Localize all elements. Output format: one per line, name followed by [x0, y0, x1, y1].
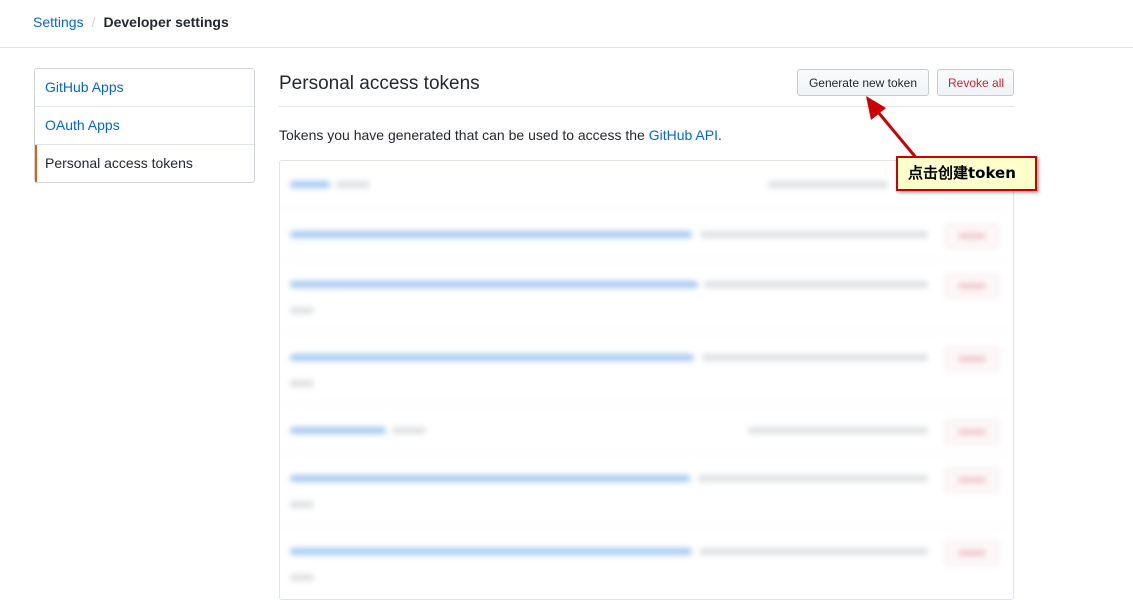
page-title: Personal access tokens — [279, 73, 480, 94]
description-period: . — [717, 127, 722, 143]
generate-new-token-button[interactable]: Generate new token — [797, 69, 929, 96]
sidebar-item-oauth-apps[interactable]: OAuth Apps — [35, 107, 254, 145]
title-divider — [279, 106, 1014, 107]
sidebar-item-github-apps[interactable]: GitHub Apps — [35, 69, 254, 107]
header-divider — [0, 47, 1133, 48]
breadcrumb: Settings / Developer settings — [33, 12, 229, 32]
revoke-all-button[interactable]: Revoke all — [937, 69, 1014, 96]
annotation-callout: 点击创建token — [896, 156, 1037, 191]
tokens-description: Tokens you have generated that can be us… — [279, 125, 722, 145]
token-list — [279, 160, 1014, 600]
settings-sidebar: GitHub Apps OAuth Apps Personal access t… — [34, 68, 255, 183]
breadcrumb-separator: / — [91, 14, 96, 30]
breadcrumb-settings-link[interactable]: Settings — [33, 12, 84, 32]
sidebar-item-personal-access-tokens[interactable]: Personal access tokens — [35, 145, 254, 182]
github-api-link[interactable]: GitHub API — [649, 127, 718, 143]
breadcrumb-current: Developer settings — [103, 14, 229, 30]
description-text: Tokens you have generated that can be us… — [279, 127, 649, 143]
